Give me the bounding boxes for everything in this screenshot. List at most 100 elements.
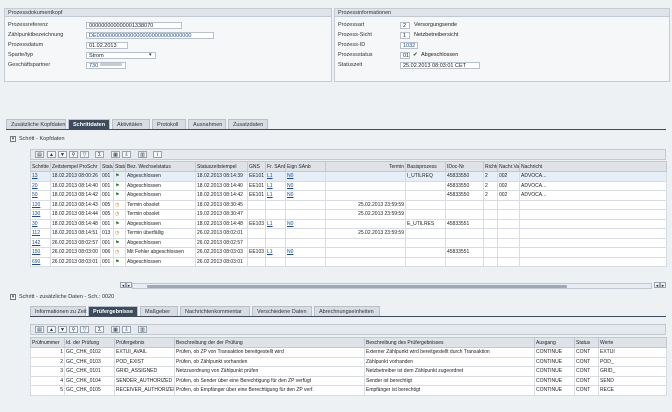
cell-status: Termin obsolet bbox=[125, 209, 196, 220]
print-icon[interactable]: ▦ bbox=[111, 151, 120, 158]
chevron-down-icon[interactable]: ▾ bbox=[149, 51, 152, 59]
cell-status: Termin obsolet bbox=[125, 199, 196, 210]
table-row[interactable]: 50 18.02.2013 08:14:42 001 ⚑ Abgeschlossen 18… bbox=[30, 190, 667, 201]
sort-desc-icon[interactable]: ▼ bbox=[58, 326, 67, 333]
cell-status-icon: ⚑ bbox=[113, 256, 126, 267]
tab-aktivitaeten[interactable]: Aktivitäten bbox=[112, 119, 150, 129]
cell-code: 005 bbox=[100, 209, 114, 220]
cell-status: Abgeschlossen bbox=[125, 218, 196, 229]
cell-ausgang: CONTINUE bbox=[534, 347, 575, 358]
sort-asc-icon[interactable]: ▲ bbox=[47, 326, 56, 333]
cell-erg: EXTUI_AVAIL bbox=[114, 347, 175, 358]
extra-toolbar: ▤ ▲ ▼ ⚲ ▽ Σ ▦ ⇩ ▥ bbox=[30, 324, 666, 335]
export-icon[interactable]: ⇩ bbox=[122, 151, 131, 158]
print-icon[interactable]: ▦ bbox=[111, 326, 120, 333]
cell-status: Abgeschlossen bbox=[125, 237, 196, 248]
find-icon[interactable]: ⚲ bbox=[69, 151, 78, 158]
cell-fr: L1 bbox=[265, 190, 286, 201]
tab-ausnahmen[interactable]: Ausnahmen bbox=[188, 119, 226, 129]
scroll-next-icon[interactable]: ▸ bbox=[660, 282, 666, 289]
table-row[interactable]: 142 26.02.2013 08:02:57 001 ⚑ Abgeschlossen 2… bbox=[30, 237, 667, 248]
sparte-select[interactable]: Strom bbox=[86, 51, 156, 59]
filter-icon[interactable]: ▽ bbox=[80, 326, 89, 333]
table-row[interactable]: 2 GC_CHK_0103 POD_EXIST Prüfen, ob Zählpunk… bbox=[30, 356, 667, 367]
sort-desc-icon[interactable]: ▼ bbox=[58, 151, 67, 158]
export-icon[interactable]: ⇩ bbox=[122, 326, 131, 333]
table-row[interactable]: 13 18.02.2013 08:00:26 001 ⚑ Abgeschlossen 18… bbox=[30, 171, 667, 182]
cell-code: 001 bbox=[100, 180, 114, 191]
tab-protokoll[interactable]: Protokoll bbox=[152, 119, 186, 129]
prozessreferenz-value[interactable]: 000000000000001338070 bbox=[86, 21, 182, 29]
tab-zusatzdaten[interactable]: Zusatzdaten bbox=[228, 119, 268, 129]
table-row[interactable]: 4 GC_CHK_0104 SENDER_AUTHORIZED Prüfen, ob … bbox=[30, 375, 667, 386]
collapse-icon[interactable]: ▾ bbox=[10, 135, 16, 142]
cell-status: CONT bbox=[574, 385, 599, 396]
cell-status: Abgeschlossen bbox=[125, 180, 196, 191]
cell-status-icon: ⚑ bbox=[113, 237, 126, 248]
sum-icon[interactable]: Σ bbox=[95, 151, 104, 158]
table-row[interactable]: 1 GC_CHK_0102 EXTUI_AVAIL Prüfen, ob ZP von… bbox=[30, 347, 667, 358]
layout-icon[interactable]: ▥ bbox=[138, 326, 147, 333]
table-row[interactable]: 5 GC_CHK_0105 RECEIVER_AUTHORIZED Prüfen, o… bbox=[30, 385, 667, 396]
cell-status: Abgeschlossen bbox=[125, 190, 196, 201]
cell-ts: 18.02.2013 08:00:26 bbox=[50, 171, 101, 182]
cell-basis bbox=[405, 228, 446, 239]
layout-icon[interactable]: ▥ bbox=[138, 151, 147, 158]
cell-fr: L1 bbox=[265, 171, 286, 182]
sort-asc-icon[interactable]: ▲ bbox=[47, 151, 56, 158]
cell-idoc bbox=[445, 228, 484, 239]
cell-ts: 26.02.2013 08:03:01 bbox=[50, 256, 101, 267]
cell-id: GC_CHK_0102 bbox=[64, 347, 115, 358]
table-row[interactable]: 130 18.02.2013 08:14:44 005 ◷ Termin obsolet… bbox=[30, 209, 667, 220]
flag-icon: ⚑ bbox=[115, 258, 120, 265]
flag-icon: ⚑ bbox=[115, 182, 120, 189]
tab-nachrichtenkommentar[interactable]: Nachrichtenkommentar bbox=[180, 306, 250, 316]
table-row[interactable]: 112 18.02.2013 08:14:51 013 ◷ Termin überfäl… bbox=[30, 228, 667, 239]
scroll-right-icon[interactable]: ▸ bbox=[126, 282, 132, 289]
cell-ausgang: CONTINUE bbox=[534, 385, 575, 396]
sum-icon[interactable]: Σ bbox=[95, 326, 104, 333]
table-row[interactable]: 150 26.02.2013 08:03:00 006 ◷ Mit Fehler abg… bbox=[30, 247, 667, 258]
table-row[interactable]: 120 18.02.2013 08:14:43 005 ◷ Termin obsolet… bbox=[30, 199, 667, 210]
prozessdatum-value[interactable]: 01.02.2013 bbox=[86, 41, 128, 49]
table-row[interactable]: 20 18.02.2013 08:14:40 001 ⚑ Abgeschlossen 18… bbox=[30, 180, 667, 191]
tab-pruefergebnisse[interactable]: Prüfergebnisse bbox=[88, 306, 138, 316]
cell-erg: SENDER_AUTHORIZED bbox=[114, 375, 175, 386]
cell-status-icon: ◷ bbox=[113, 247, 126, 258]
cell-ts: 18.02.2013 08:14:43 bbox=[50, 199, 101, 210]
cell-gns bbox=[247, 237, 266, 248]
zaehlpunkt-value[interactable]: DE0000000000000000000000000000000 bbox=[86, 31, 214, 39]
cell-termin: 25.02.2013 23:59:59 bbox=[325, 209, 406, 220]
tab-massgeber[interactable]: Maßgeber bbox=[140, 306, 178, 316]
header-right-panel: Prozessinformationen Prozessart 2 Versor… bbox=[334, 8, 670, 82]
cell-sts: 18.02.2013 08:14:39 bbox=[195, 171, 248, 182]
details-icon[interactable]: ▤ bbox=[35, 151, 44, 158]
cell-nr: 1 bbox=[30, 347, 65, 358]
details-icon[interactable]: ▤ bbox=[35, 326, 44, 333]
cell-sts: 18.02.2013 08:30:45 bbox=[195, 199, 248, 210]
cell-gns: EE103 bbox=[247, 218, 266, 229]
tab-verschiedene-daten[interactable]: Verschiedene Daten bbox=[252, 306, 312, 316]
tabbar-divider bbox=[6, 129, 666, 130]
tab-schrittdaten[interactable]: Schrittdaten bbox=[68, 119, 110, 129]
flag-icon: ⚑ bbox=[115, 192, 120, 199]
table-row[interactable]: 3 GC_CHK_0101 GRID_ASSIGNED Netzzuordnung v… bbox=[30, 366, 667, 377]
info-icon[interactable]: i bbox=[153, 151, 162, 158]
cell-werte: GRID_ bbox=[598, 366, 667, 377]
cell-idoc bbox=[445, 209, 484, 220]
scroll-thumb[interactable] bbox=[147, 285, 567, 288]
cell-nv bbox=[497, 218, 520, 229]
tab-zusaetzliche-kopfdaten[interactable]: Zusätzliche Kopfdaten bbox=[6, 119, 66, 129]
steps-hscrollbar[interactable] bbox=[132, 283, 652, 289]
cell-code: 001 bbox=[100, 256, 114, 267]
tab-informationen-zeit[interactable]: Informationen zu Zeit bbox=[30, 306, 87, 316]
collapse-icon[interactable]: ▾ bbox=[10, 293, 16, 300]
filter-icon[interactable]: ▽ bbox=[80, 151, 89, 158]
table-row[interactable]: 690 26.02.2013 08:03:01 001 ⚑ Abgeschlossen 2… bbox=[30, 256, 667, 267]
find-icon[interactable]: ⚲ bbox=[69, 326, 78, 333]
extra-tabbar: Informationen zu Zeit Prüfergebnisse Maß… bbox=[30, 306, 666, 316]
cell-gns bbox=[247, 199, 266, 210]
tab-abrechnungseinheiten[interactable]: Abrechnungseinheiten bbox=[314, 306, 380, 316]
cell-werte: RECE bbox=[598, 385, 667, 396]
table-row[interactable]: 30 18.02.2013 08:14:48 001 ⚑ Abgeschlossen 18… bbox=[30, 218, 667, 229]
